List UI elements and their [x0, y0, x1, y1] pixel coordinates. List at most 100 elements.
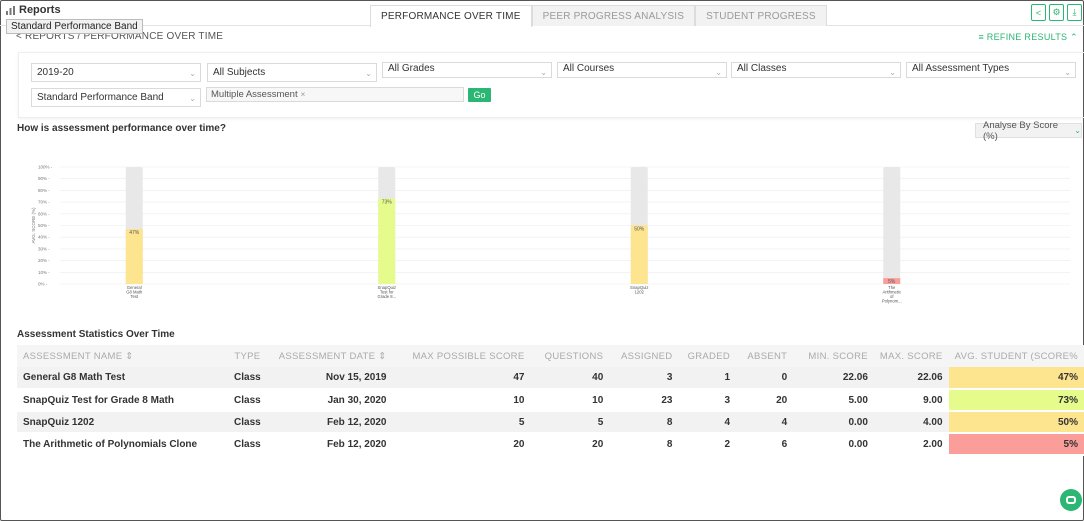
- stats-title: Assessment Statistics Over Time: [17, 329, 175, 340]
- x-tick-label: Grade 8...: [377, 294, 396, 299]
- row-assigned: 8: [609, 411, 679, 434]
- x-tick-label: Test: [130, 294, 139, 299]
- chevron-down-icon: ⌄: [1064, 68, 1071, 77]
- performance-band-select-value: Standard Performance Band: [37, 92, 164, 103]
- col-assessment-name[interactable]: ASSESSMENT NAME ⇕: [17, 345, 223, 367]
- col-graded: GRADED: [678, 345, 737, 367]
- row-assessment-name: General G8 Math Test: [17, 367, 223, 390]
- row-assessment-name: SnapQuiz 1202: [17, 411, 223, 434]
- row-min-score: 0.00: [793, 411, 874, 434]
- row-graded: 2: [678, 433, 737, 456]
- year-select-value: 2019-20: [37, 67, 74, 78]
- row-assigned: 8: [609, 433, 679, 456]
- classes-select-value: All Classes: [737, 63, 787, 74]
- bar: [630, 225, 648, 284]
- go-button[interactable]: Go: [468, 88, 491, 102]
- header-actions: < ⚙ ⤓: [1031, 4, 1082, 21]
- col-assessment-date[interactable]: ASSESSMENT DATE ⇕: [272, 345, 393, 367]
- chevron-down-icon: ⌄: [1074, 126, 1081, 135]
- row-max-possible: 20: [392, 433, 531, 456]
- bar: [125, 229, 143, 284]
- col-questions: QUESTIONS: [530, 345, 610, 367]
- row-date: Nov 15, 2019: [272, 367, 393, 390]
- row-questions: 40: [530, 367, 610, 390]
- y-axis-label: AVG. SCORE (%): [31, 207, 36, 243]
- y-tick-label: 10% -: [38, 270, 50, 275]
- year-select[interactable]: 2019-20 ⌄: [31, 63, 201, 82]
- courses-select-value: All Courses: [563, 63, 615, 74]
- table-row[interactable]: General G8 Math Test Class Nov 15, 2019 47 4…: [17, 367, 1084, 390]
- row-questions: 10: [530, 389, 610, 412]
- top-bar: Reports Standard Performance Band PERFOR…: [0, 0, 1084, 34]
- y-tick-label: 100% -: [38, 165, 53, 170]
- row-absent: 4: [736, 411, 794, 434]
- bar-value-label: 50%: [634, 227, 645, 233]
- col-max-score: MAX. SCORE: [873, 345, 949, 367]
- row-graded: 1: [678, 367, 737, 390]
- row-absent: 6: [736, 433, 794, 456]
- remove-tag-icon[interactable]: ×: [301, 90, 306, 99]
- row-min-score: 22.06: [793, 367, 874, 390]
- bar-value-label: 73%: [382, 200, 393, 206]
- tooltip: Standard Performance Band: [6, 19, 143, 34]
- app-title: Reports: [19, 4, 61, 16]
- chevron-down-icon: ⌄: [715, 68, 722, 77]
- analyse-by-select[interactable]: Analyse By Score (%) ⌄: [975, 120, 1082, 142]
- row-assigned: 3: [609, 367, 679, 390]
- x-tick-label: 1202: [635, 290, 645, 295]
- row-absent: 0: [736, 367, 794, 390]
- y-tick-label: 0% -: [38, 282, 48, 287]
- row-date: Jan 30, 2020: [272, 389, 393, 412]
- row-absent: 20: [736, 389, 794, 412]
- row-assigned: 23: [609, 389, 679, 412]
- assessment-tag-input[interactable]: Multiple Assessment ×: [206, 87, 464, 102]
- col-assigned: ASSIGNED: [609, 345, 679, 367]
- row-avg-score: 73%: [948, 389, 1084, 412]
- row-max-score: 9.00: [873, 389, 949, 412]
- chevron-down-icon: ⌄: [189, 69, 196, 78]
- y-tick-label: 70% -: [38, 200, 50, 205]
- row-avg-score: 50%: [948, 411, 1084, 434]
- settings-icon[interactable]: ⚙: [1049, 4, 1064, 21]
- y-tick-label: 30% -: [38, 246, 50, 251]
- grades-select[interactable]: All Grades ⌄: [382, 62, 552, 78]
- chat-support-button[interactable]: [1060, 489, 1082, 511]
- y-tick-label: 50% -: [38, 223, 50, 228]
- classes-select[interactable]: All Classes ⌄: [731, 62, 901, 78]
- tab-peer-progress-analysis[interactable]: PEER PROGRESS ANALYSIS: [531, 5, 696, 26]
- table-header-row: ASSESSMENT NAME ⇕ TYPE ASSESSMENT DATE ⇕…: [17, 345, 1084, 367]
- table-row[interactable]: SnapQuiz Test for Grade 8 Math Class Jan 3…: [17, 389, 1084, 412]
- row-type: Class: [222, 411, 273, 434]
- refine-results-button[interactable]: ≡ REFINE RESULTS ⌃: [978, 32, 1078, 43]
- col-min-score: MIN. SCORE: [793, 345, 874, 367]
- assessment-tag: Multiple Assessment: [211, 89, 298, 100]
- bar-value-label: 47%: [129, 230, 140, 236]
- performance-band-select[interactable]: Standard Performance Band ⌄: [31, 88, 201, 107]
- tab-student-progress[interactable]: STUDENT PROGRESS: [695, 5, 827, 26]
- row-type: Class: [222, 433, 273, 456]
- row-questions: 5: [530, 411, 610, 434]
- col-avg-student-score: AVG. STUDENT (SCORE%: [948, 345, 1084, 367]
- row-min-score: 0.00: [793, 433, 874, 456]
- x-tick-label: Polynom...: [882, 299, 902, 304]
- share-icon[interactable]: <: [1031, 4, 1046, 21]
- row-questions: 20: [530, 433, 610, 456]
- download-icon[interactable]: ⤓: [1067, 4, 1082, 21]
- row-max-possible: 47: [392, 367, 531, 390]
- row-avg-score: 5%: [948, 433, 1084, 456]
- stats-table: ASSESSMENT NAME ⇕ TYPE ASSESSMENT DATE ⇕…: [17, 345, 1084, 456]
- courses-select[interactable]: All Courses ⌄: [557, 62, 727, 78]
- row-date: Feb 12, 2020: [272, 433, 393, 456]
- row-assessment-name: The Arithmetic of Polynomials Clone: [17, 433, 223, 456]
- tab-performance-over-time[interactable]: PERFORMANCE OVER TIME: [370, 5, 532, 27]
- bar-chart-icon: [6, 5, 15, 15]
- assessment-types-select[interactable]: All Assessment Types ⌄: [906, 62, 1076, 78]
- row-min-score: 5.00: [793, 389, 874, 412]
- table-row[interactable]: The Arithmetic of Polynomials Clone Class…: [17, 433, 1084, 456]
- table-row[interactable]: SnapQuiz 1202 Class Feb 12, 2020 5 5 8 4 4 0.00 4…: [17, 411, 1084, 434]
- chat-icon: [1066, 496, 1076, 504]
- subject-select[interactable]: All Subjects ⌄: [207, 63, 377, 82]
- app-brand[interactable]: Reports: [6, 4, 61, 16]
- row-max-score: 2.00: [873, 433, 949, 456]
- y-tick-label: 80% -: [38, 188, 50, 193]
